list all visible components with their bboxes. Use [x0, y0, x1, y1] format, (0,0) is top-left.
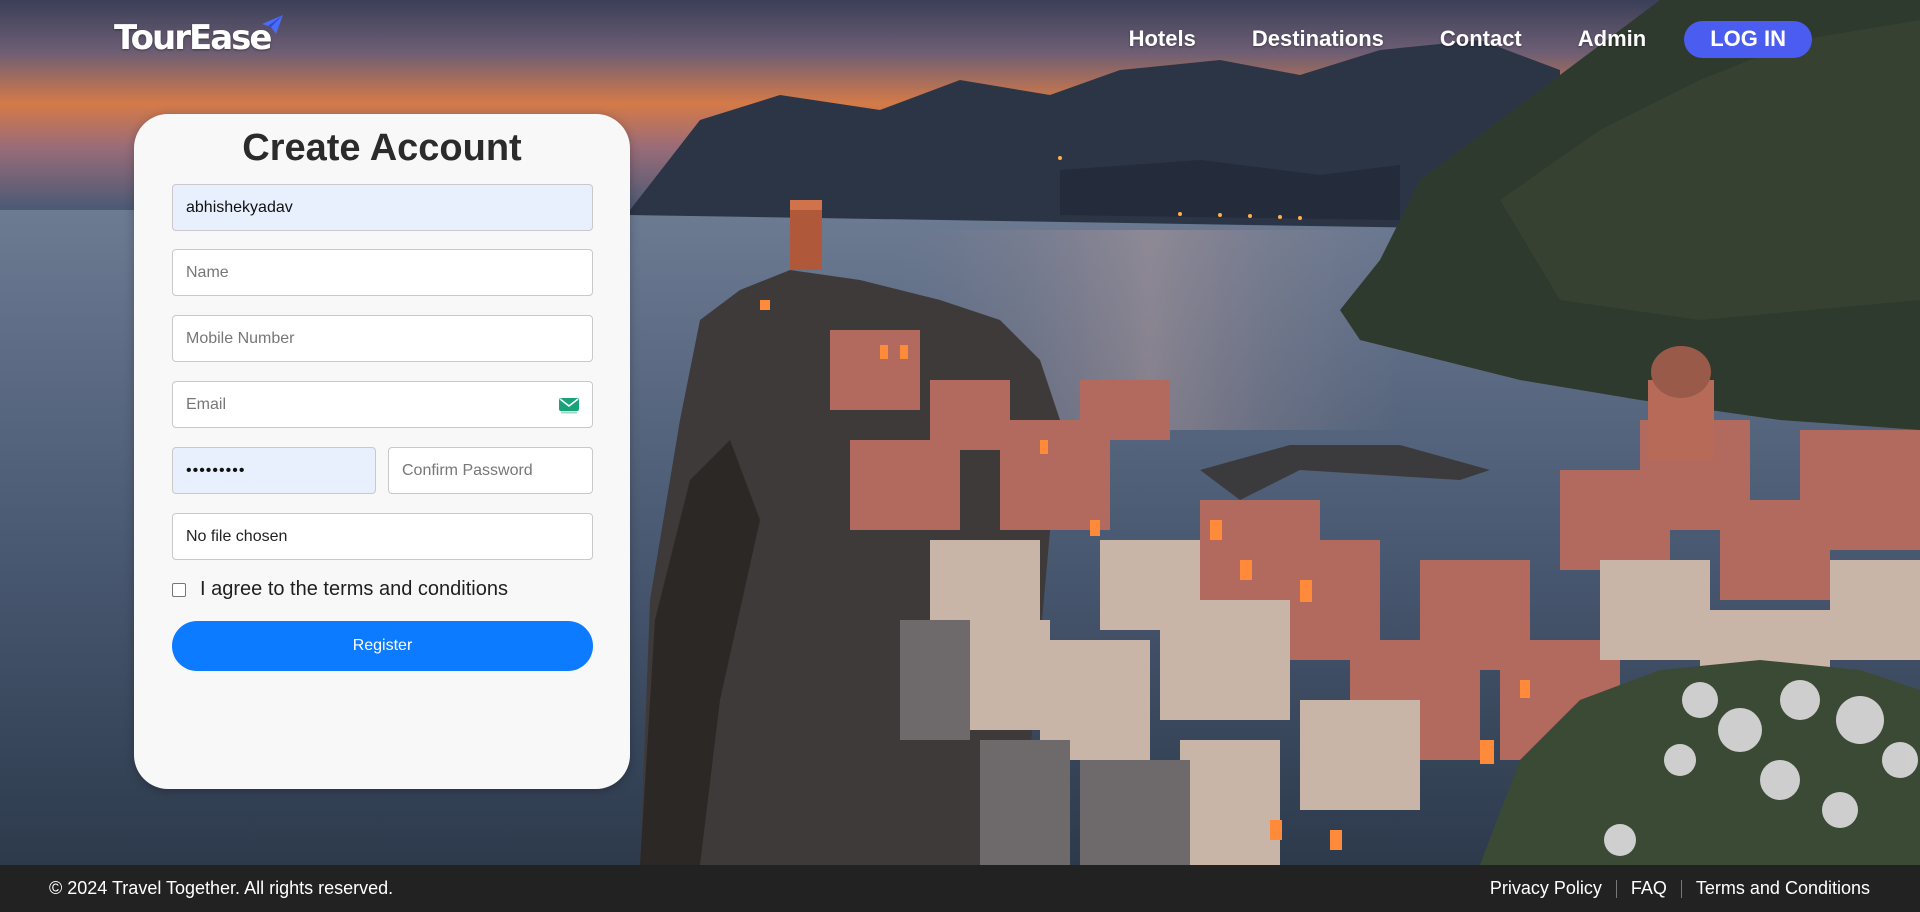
terms-checkbox[interactable] — [172, 582, 186, 597]
terms-label[interactable]: I agree to the terms and conditions — [200, 578, 508, 601]
terms-link[interactable]: Terms and Conditions — [1696, 878, 1870, 899]
email-placeholder: Email — [186, 395, 227, 413]
name-placeholder: Name — [186, 263, 229, 281]
file-upload-input[interactable]: No file chosen — [172, 513, 593, 560]
copyright-text: © 2024 Travel Together. All rights reser… — [49, 878, 394, 898]
footer-links: Privacy Policy FAQ Terms and Conditions — [1490, 878, 1870, 899]
faq-link[interactable]: FAQ — [1631, 878, 1667, 899]
nav-destinations[interactable]: Destinations — [1252, 26, 1384, 52]
nav-contact[interactable]: Contact — [1440, 26, 1522, 52]
privacy-policy-link[interactable]: Privacy Policy — [1490, 878, 1602, 899]
main-nav: Hotels Destinations Contact Admin LOG IN — [1129, 20, 1812, 58]
confirm-password-input[interactable]: Confirm Password — [388, 447, 593, 494]
name-input[interactable]: Name — [172, 249, 593, 296]
confirm-password-placeholder: Confirm Password — [402, 461, 533, 479]
footer-divider — [1615, 879, 1617, 898]
login-button[interactable]: LOG IN — [1684, 20, 1812, 58]
email-envelope-icon[interactable] — [559, 396, 579, 414]
nav-hotels[interactable]: Hotels — [1129, 26, 1196, 52]
register-button[interactable]: Register — [172, 621, 593, 671]
nav-admin[interactable]: Admin — [1578, 26, 1646, 52]
mobile-number-input[interactable]: Mobile Number — [172, 315, 593, 362]
email-input[interactable]: Email — [172, 381, 593, 428]
terms-row: I agree to the terms and conditions — [172, 578, 508, 601]
password-value: ••••••••• — [186, 461, 246, 479]
footer-divider — [1680, 879, 1682, 898]
footer: © 2024 Travel Together. All rights reser… — [0, 865, 1920, 912]
form-title: Create Account — [242, 127, 522, 169]
password-input[interactable]: ••••••••• — [172, 447, 376, 494]
username-input[interactable]: abhishekyadav — [172, 184, 593, 231]
username-value: abhishekyadav — [186, 198, 293, 216]
create-account-card: Create Account abhishekyadav Name Mobile… — [134, 114, 630, 789]
site-logo[interactable]: TourEase — [114, 18, 272, 58]
file-status: No file chosen — [186, 527, 288, 545]
paper-plane-icon — [262, 15, 283, 34]
mobile-placeholder: Mobile Number — [186, 329, 295, 347]
